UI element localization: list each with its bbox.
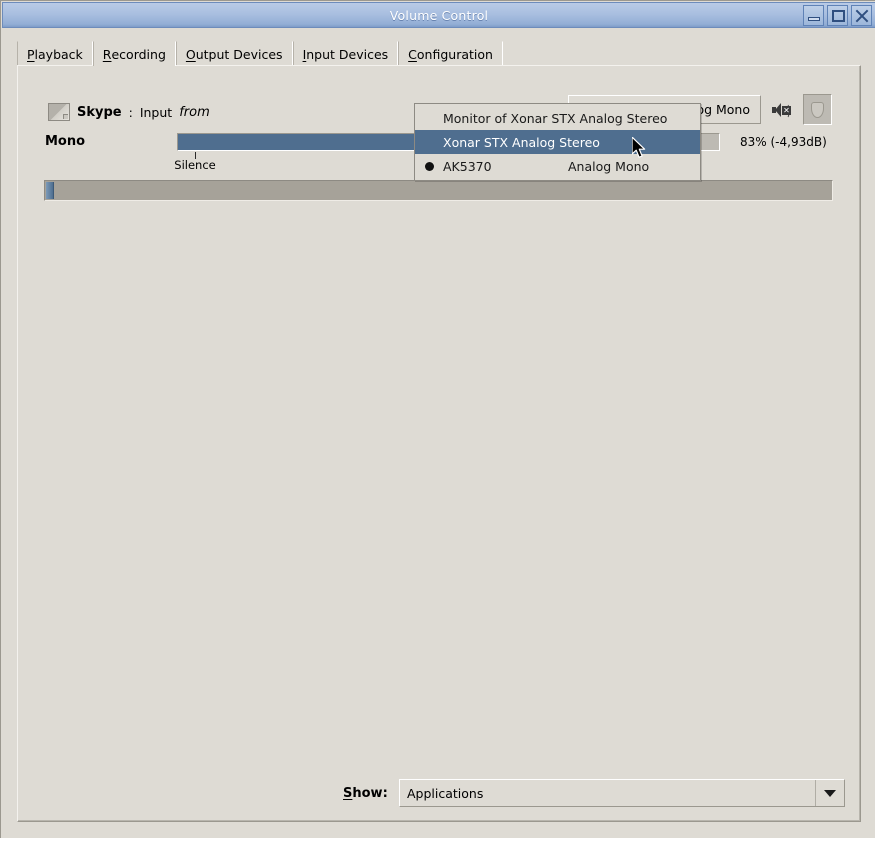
tab-input-devices[interactable]: Input Devices: [292, 41, 399, 66]
tab-configuration-label: onfiguration: [416, 46, 493, 62]
menu-item-xonar-stx-label: Xonar STX Analog Stereo: [443, 134, 600, 150]
menu-item-selected-bullet-icon: [425, 161, 443, 171]
device-select-value: og Mono: [696, 102, 750, 117]
menu-item-ak5370-label: AK5370: [443, 158, 492, 174]
tab-input-devices-label: nput Devices: [306, 46, 389, 62]
stream-from-label: from: [179, 104, 210, 120]
tab-recording-mnemonic: R: [102, 46, 112, 62]
tab-configuration-mnemonic: C: [408, 46, 417, 62]
menu-item-ak5370-sublabel: Analog Mono: [568, 158, 650, 174]
mute-toggle-button[interactable]: ✕: [768, 96, 796, 123]
show-label-mnemonic: S: [343, 786, 353, 801]
title-bar[interactable]: Volume Control: [2, 2, 876, 28]
minimize-button[interactable]: [803, 5, 824, 26]
application-icon: [48, 103, 70, 121]
show-filter-select[interactable]: Applications: [399, 779, 845, 807]
tab-playback-mnemonic: P: [27, 46, 35, 62]
tab-configuration[interactable]: Configuration: [398, 41, 503, 66]
menu-item-monitor-xonar-stx[interactable]: Monitor of Xonar STX Analog Stereo: [415, 106, 700, 130]
volume-control-window: Volume Control Playback Recording Output…: [0, 0, 878, 841]
tab-playback-label: layback: [34, 46, 83, 62]
show-filter-value: Applications: [407, 785, 484, 801]
stream-app-name: Skype: [77, 104, 122, 120]
menu-item-xonar-stx[interactable]: Xonar STX Analog Stereo: [415, 130, 700, 154]
peak-level-meter-fill: [46, 182, 54, 199]
close-icon: [852, 6, 871, 25]
stream-role: Input: [139, 104, 173, 120]
tab-recording[interactable]: Recording: [92, 41, 176, 66]
lock-channels-button[interactable]: [803, 94, 832, 125]
volume-value-label: 83% (-4,93dB): [740, 135, 827, 149]
tab-recording-label: ecording: [111, 46, 166, 62]
channel-label: Mono: [45, 134, 86, 149]
slider-silence-label: Silence: [174, 158, 216, 172]
close-button[interactable]: [851, 5, 872, 26]
menu-item-ak5370[interactable]: AK5370 Analog Mono: [415, 154, 700, 178]
chevron-down-icon: [824, 789, 836, 797]
tab-playback[interactable]: Playback: [17, 41, 93, 66]
shield-icon: [811, 101, 824, 118]
show-label-rest: how:: [352, 786, 388, 801]
tab-output-devices-mnemonic: O: [185, 46, 196, 62]
peak-level-meter: [44, 180, 833, 201]
show-label: Show:: [343, 786, 388, 801]
maximize-button[interactable]: [827, 5, 848, 26]
device-dropdown-menu: Monitor of Xonar STX Analog Stereo Xonar…: [414, 103, 701, 181]
stream-header: Skype : Input from: [48, 101, 210, 123]
speaker-muted-icon: ✕: [772, 102, 792, 119]
minimize-icon: [808, 17, 820, 21]
window-title: Volume Control: [389, 7, 489, 23]
tab-output-devices[interactable]: Output Devices: [175, 41, 293, 66]
tab-bar: Playback Recording Output Devices Input …: [17, 41, 503, 66]
show-filter-arrow[interactable]: [815, 780, 844, 806]
tab-output-devices-label: utput Devices: [195, 46, 283, 62]
maximize-icon: [832, 10, 845, 22]
slider-silence-tick: Silence: [172, 152, 218, 171]
window-controls: [803, 5, 872, 26]
menu-item-monitor-xonar-stx-label: Monitor of Xonar STX Analog Stereo: [443, 110, 668, 126]
stream-separator: :: [128, 104, 133, 120]
